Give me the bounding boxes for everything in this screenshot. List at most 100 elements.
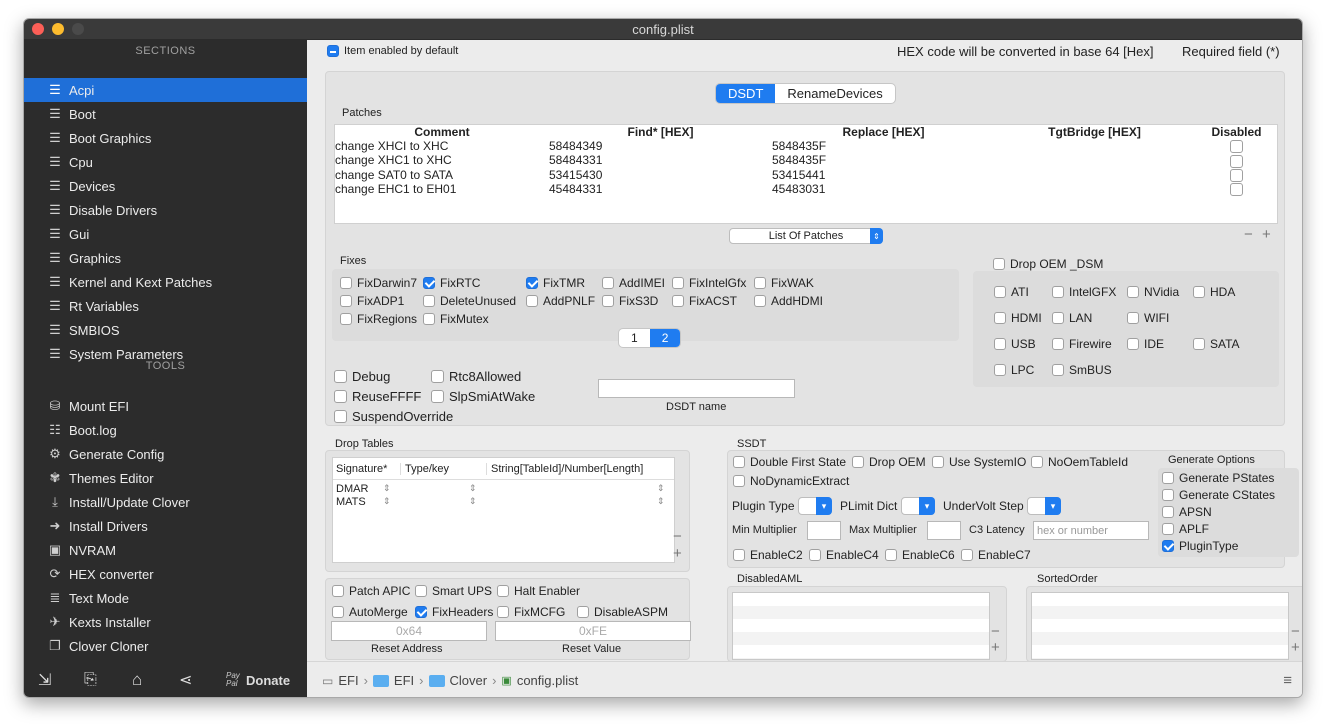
donate-button[interactable]: Donate (246, 673, 290, 688)
share-icon[interactable]: ⋖ (179, 670, 192, 690)
import-icon[interactable]: ⇲ (38, 670, 51, 690)
remove-table-button[interactable]: − (673, 528, 682, 545)
tool-item-install-update-clover[interactable]: ⤓ Install/Update Clover (24, 490, 307, 514)
dsm-lan-checkbox[interactable]: LAN (1052, 311, 1092, 325)
fixregions-checkbox[interactable]: FixRegions (340, 312, 417, 326)
dsm-nvidia-checkbox[interactable]: NVidia (1127, 285, 1179, 299)
dsm-smbus-checkbox[interactable]: SmBUS (1052, 363, 1112, 377)
page-1-button[interactable]: 1 (619, 329, 650, 347)
sidebar-item-kernel-and-kext-patches[interactable]: ☰ Kernel and Kext Patches (24, 270, 307, 294)
aplf-checkbox[interactable]: APLF (1162, 522, 1209, 536)
path-item[interactable]: config.plist (517, 673, 578, 688)
remove-patch-button[interactable]: − (1244, 226, 1253, 243)
patch-cell[interactable]: 5848435F (772, 153, 995, 167)
sidebar-item-cpu[interactable]: ☰ Cpu (24, 150, 307, 174)
fixheaders-checkbox[interactable]: FixHeaders (415, 605, 493, 619)
tool-item-generate-config[interactable]: ⚙ Generate Config (24, 442, 307, 466)
fixadp1-checkbox[interactable]: FixADP1 (340, 294, 404, 308)
reset-address-input[interactable]: 0x64 (331, 621, 487, 641)
addimei-checkbox[interactable]: AddIMEI (602, 276, 665, 290)
min-multiplier-input[interactable] (807, 521, 841, 540)
tool-item-clover-cloner[interactable]: ❐ Clover Cloner (24, 634, 307, 658)
page-2-button[interactable]: 2 (649, 329, 681, 347)
undervolt-step-select[interactable]: ▾ (1027, 497, 1061, 515)
disabled-checkbox[interactable] (1230, 140, 1243, 154)
disabled-checkbox[interactable] (1230, 168, 1243, 182)
apsn-checkbox[interactable]: APSN (1162, 505, 1212, 519)
add-order-button[interactable]: + (1291, 639, 1300, 656)
path-item[interactable]: EFI (394, 673, 414, 688)
tool-item-kexts-installer[interactable]: ✈ Kexts Installer (24, 610, 307, 634)
disabled-checkbox[interactable] (1230, 183, 1243, 197)
sidebar-item-smbios[interactable]: ☰ SMBIOS (24, 318, 307, 342)
disabled-aml-list[interactable] (732, 592, 990, 660)
dsm-ide-checkbox[interactable]: IDE (1127, 337, 1164, 351)
menu-icon[interactable]: ≡ (1283, 672, 1292, 689)
enablec4-checkbox[interactable]: EnableC4 (809, 548, 879, 562)
fixmcfg-checkbox[interactable]: FixMCFG (497, 605, 565, 619)
table-row[interactable]: MATS ⇕ ⇕ ⇕ (333, 495, 674, 508)
table-row[interactable]: change XHC1 to XHC 58484331 5848435F (335, 153, 1277, 168)
patch-cell[interactable] (995, 139, 1194, 153)
patch-cell[interactable]: change SAT0 to SATA (335, 168, 549, 182)
dsm-hda-checkbox[interactable]: HDA (1193, 285, 1235, 299)
patch-cell[interactable]: 45484331 (549, 182, 772, 196)
generate-cstates-checkbox[interactable]: Generate CStates (1162, 488, 1275, 502)
patch-cell[interactable]: 58484331 (549, 153, 772, 167)
fixtmr-checkbox[interactable]: FixTMR (526, 276, 585, 290)
tool-item-hex-converter[interactable]: ⟳ HEX converter (24, 562, 307, 586)
addhdmi-checkbox[interactable]: AddHDMI (754, 294, 823, 308)
add-aml-button[interactable]: + (991, 639, 1000, 656)
path-item[interactable]: EFI (338, 673, 358, 688)
tool-item-boot-log[interactable]: ☷ Boot.log (24, 418, 307, 442)
sidebar-item-graphics[interactable]: ☰ Graphics (24, 246, 307, 270)
nodynamicextract-checkbox[interactable]: NoDynamicExtract (733, 474, 849, 488)
sidebar-item-devices[interactable]: ☰ Devices (24, 174, 307, 198)
sidebar-item-boot[interactable]: ☰ Boot (24, 102, 307, 126)
enablec7-checkbox[interactable]: EnableC7 (961, 548, 1031, 562)
fixacst-checkbox[interactable]: FixACST (672, 294, 737, 308)
enablec2-checkbox[interactable]: EnableC2 (733, 548, 803, 562)
patch-cell[interactable]: 53415441 (772, 168, 995, 182)
patch-cell[interactable]: 53415430 (549, 168, 772, 182)
plugintype-checkbox[interactable]: PluginType (1162, 539, 1238, 553)
reuseffff-checkbox[interactable]: ReuseFFFF (334, 389, 421, 404)
export-icon[interactable]: ⎘ (84, 671, 97, 689)
sidebar-item-gui[interactable]: ☰ Gui (24, 222, 307, 246)
tab-dsdt[interactable]: DSDT (716, 84, 776, 103)
sidebar-item-acpi[interactable]: ☰ Acpi (24, 78, 307, 102)
tool-item-text-mode[interactable]: ≣ Text Mode (24, 586, 307, 610)
dsm-usb-checkbox[interactable]: USB (994, 337, 1036, 351)
dsm-firewire-checkbox[interactable]: Firewire (1052, 337, 1112, 351)
nooemtableid-checkbox[interactable]: NoOemTableId (1031, 455, 1128, 469)
table-row[interactable]: DMAR ⇕ ⇕ ⇕ (333, 482, 674, 495)
add-table-button[interactable]: + (673, 545, 682, 562)
patch-cell[interactable]: 5848435F (772, 139, 995, 153)
item-enabled-checkbox[interactable]: Item enabled by default (327, 45, 458, 57)
remove-aml-button[interactable]: − (991, 623, 1000, 640)
tab-rename-devices[interactable]: RenameDevices (775, 84, 894, 103)
fixdarwin7-checkbox[interactable]: FixDarwin7 (340, 276, 417, 290)
sidebar-item-disable-drivers[interactable]: ☰ Disable Drivers (24, 198, 307, 222)
reset-value-input[interactable]: 0xFE (495, 621, 691, 641)
plugin-type-select[interactable]: ▾ (798, 497, 832, 515)
tool-item-install-drivers[interactable]: ➜ Install Drivers (24, 514, 307, 538)
patch-cell[interactable]: 58484349 (549, 139, 772, 153)
fixrtc-checkbox[interactable]: FixRTC (423, 276, 480, 290)
dsm-lpc-checkbox[interactable]: LPC (994, 363, 1034, 377)
tool-item-nvram[interactable]: ▣ NVRAM (24, 538, 307, 562)
sorted-order-list[interactable] (1031, 592, 1289, 660)
dsm-sata-checkbox[interactable]: SATA (1193, 337, 1240, 351)
slpsmiatwake-checkbox[interactable]: SlpSmiAtWake (431, 389, 535, 404)
enablec6-checkbox[interactable]: EnableC6 (885, 548, 955, 562)
use-systemio-checkbox[interactable]: Use SystemIO (932, 455, 1026, 469)
patch-cell[interactable] (995, 182, 1194, 196)
tool-item-themes-editor[interactable]: ✾ Themes Editor (24, 466, 307, 490)
patch-cell[interactable]: change XHCI to XHC (335, 139, 549, 153)
disableaspm-checkbox[interactable]: DisableASPM (577, 605, 668, 619)
dsm-intelgfx-checkbox[interactable]: IntelGFX (1052, 285, 1116, 299)
patch-cell[interactable]: 45483031 (772, 182, 995, 196)
debug-checkbox[interactable]: Debug (334, 369, 390, 384)
table-row[interactable]: change XHCI to XHC 58484349 5848435F (335, 139, 1277, 154)
patch-cell[interactable]: change XHC1 to XHC (335, 153, 549, 167)
